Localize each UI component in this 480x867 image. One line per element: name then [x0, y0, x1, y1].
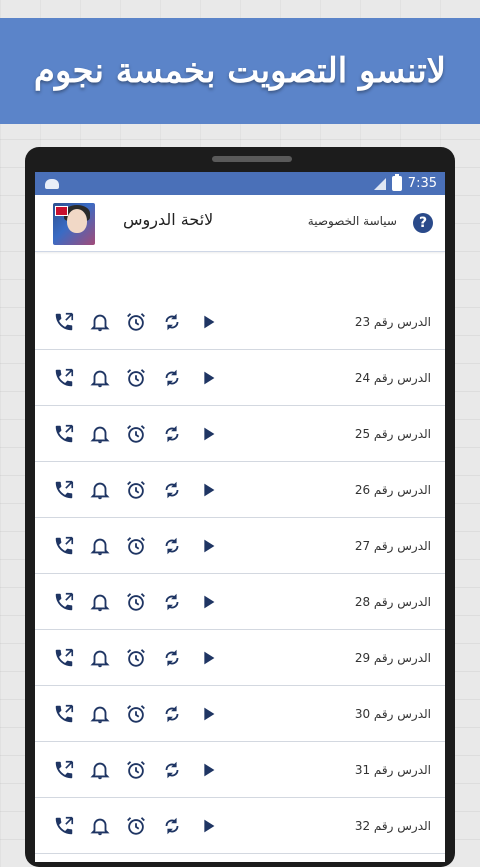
phone-ringtone-icon[interactable] [51, 589, 77, 615]
list-item[interactable]: الدرس رقم 30 [35, 686, 445, 742]
phone-ringtone-icon[interactable] [51, 757, 77, 783]
bell-notification-icon[interactable] [87, 813, 113, 839]
alarm-clock-icon[interactable] [123, 477, 149, 503]
list-item[interactable]: الدرس رقم 31 [35, 742, 445, 798]
row-actions [51, 477, 221, 503]
lesson-label: الدرس رقم 30 [354, 706, 431, 721]
play-icon[interactable] [195, 365, 221, 391]
row-actions [51, 533, 221, 559]
alarm-clock-icon[interactable] [123, 701, 149, 727]
list-item[interactable]: الدرس رقم 26 [35, 462, 445, 518]
row-actions [51, 421, 221, 447]
list-item[interactable]: الدرس رقم 28 [35, 574, 445, 630]
phone-frame: 7:35 لائحة الدروس سياسة الخصوصية ? الدرس… [25, 147, 455, 867]
row-actions [51, 757, 221, 783]
bell-notification-icon[interactable] [87, 421, 113, 447]
play-icon[interactable] [195, 813, 221, 839]
lesson-label: الدرس رقم 23 [354, 314, 431, 329]
lesson-label: الدرس رقم 27 [354, 538, 431, 553]
phone-ringtone-icon[interactable] [51, 365, 77, 391]
row-actions [51, 309, 221, 335]
signal-icon [373, 177, 386, 190]
repeat-icon[interactable] [159, 365, 185, 391]
bell-notification-icon[interactable] [87, 533, 113, 559]
phone-ringtone-icon[interactable] [51, 421, 77, 447]
lesson-label: الدرس رقم 29 [354, 650, 431, 665]
bell-notification-icon[interactable] [87, 701, 113, 727]
repeat-icon[interactable] [159, 421, 185, 447]
app-bar: لائحة الدروس سياسة الخصوصية ? [35, 195, 445, 252]
play-icon[interactable] [195, 421, 221, 447]
lesson-label: الدرس رقم 24 [354, 370, 431, 385]
phone-screen: 7:35 لائحة الدروس سياسة الخصوصية ? الدرس… [35, 172, 445, 862]
repeat-icon[interactable] [159, 813, 185, 839]
list-item[interactable]: الدرس رقم 32 [35, 798, 445, 854]
list-item[interactable]: الدرس رقم 25 [35, 406, 445, 462]
list-item[interactable]: الدرس رقم 29 [35, 630, 445, 686]
bell-notification-icon[interactable] [87, 477, 113, 503]
phone-ringtone-icon[interactable] [51, 477, 77, 503]
repeat-icon[interactable] [159, 757, 185, 783]
page-title: لائحة الدروس [123, 210, 214, 229]
play-icon[interactable] [195, 757, 221, 783]
phone-ringtone-icon[interactable] [51, 701, 77, 727]
lesson-label: الدرس رقم 25 [354, 426, 431, 441]
phone-ringtone-icon[interactable] [51, 533, 77, 559]
banner-text: لاتنسو التصويت بخمسة نجوم [33, 51, 447, 91]
repeat-icon[interactable] [159, 645, 185, 671]
promo-banner: لاتنسو التصويت بخمسة نجوم [0, 18, 480, 124]
play-icon[interactable] [195, 477, 221, 503]
app-logo [53, 203, 95, 245]
alarm-clock-icon[interactable] [123, 757, 149, 783]
alarm-clock-icon[interactable] [123, 589, 149, 615]
alarm-clock-icon[interactable] [123, 309, 149, 335]
alarm-clock-icon[interactable] [123, 645, 149, 671]
list-item[interactable]: الدرس رقم 23 [35, 294, 445, 350]
bell-notification-icon[interactable] [87, 645, 113, 671]
bell-notification-icon[interactable] [87, 589, 113, 615]
repeat-icon[interactable] [159, 533, 185, 559]
play-icon[interactable] [195, 533, 221, 559]
phone-ringtone-icon[interactable] [51, 309, 77, 335]
bell-notification-icon[interactable] [87, 757, 113, 783]
status-time: 7:35 [407, 176, 437, 191]
battery-icon [391, 174, 402, 191]
list-item[interactable]: الدرس رقم 24 [35, 350, 445, 406]
row-actions [51, 645, 221, 671]
row-actions [51, 589, 221, 615]
bell-notification-icon[interactable] [87, 365, 113, 391]
phone-ringtone-icon[interactable] [51, 645, 77, 671]
repeat-icon[interactable] [159, 589, 185, 615]
phone-ringtone-icon[interactable] [51, 813, 77, 839]
status-right: 7:35 [373, 174, 437, 191]
alarm-clock-icon[interactable] [123, 813, 149, 839]
row-actions [51, 813, 221, 839]
repeat-icon[interactable] [159, 309, 185, 335]
list-item[interactable]: الدرس رقم 27 [35, 518, 445, 574]
play-icon[interactable] [195, 589, 221, 615]
alarm-clock-icon[interactable] [123, 533, 149, 559]
lesson-list: الدرس رقم 23 الدرس رقم 24 الدرس رقم 25 ا… [35, 294, 445, 854]
lesson-label: الدرس رقم 32 [354, 818, 431, 833]
play-icon[interactable] [195, 645, 221, 671]
repeat-icon[interactable] [159, 701, 185, 727]
play-icon[interactable] [195, 701, 221, 727]
bell-notification-icon[interactable] [87, 309, 113, 335]
row-actions [51, 701, 221, 727]
help-icon[interactable]: ? [413, 213, 433, 233]
repeat-icon[interactable] [159, 477, 185, 503]
lesson-label: الدرس رقم 28 [354, 594, 431, 609]
privacy-policy-link[interactable]: سياسة الخصوصية [308, 214, 397, 228]
row-actions [51, 365, 221, 391]
alarm-clock-icon[interactable] [123, 421, 149, 447]
status-bar: 7:35 [35, 172, 445, 195]
lesson-label: الدرس رقم 31 [354, 762, 431, 777]
alarm-clock-icon[interactable] [123, 365, 149, 391]
play-icon[interactable] [195, 309, 221, 335]
android-icon [45, 178, 59, 189]
lesson-label: الدرس رقم 26 [354, 482, 431, 497]
phone-speaker [212, 156, 292, 162]
